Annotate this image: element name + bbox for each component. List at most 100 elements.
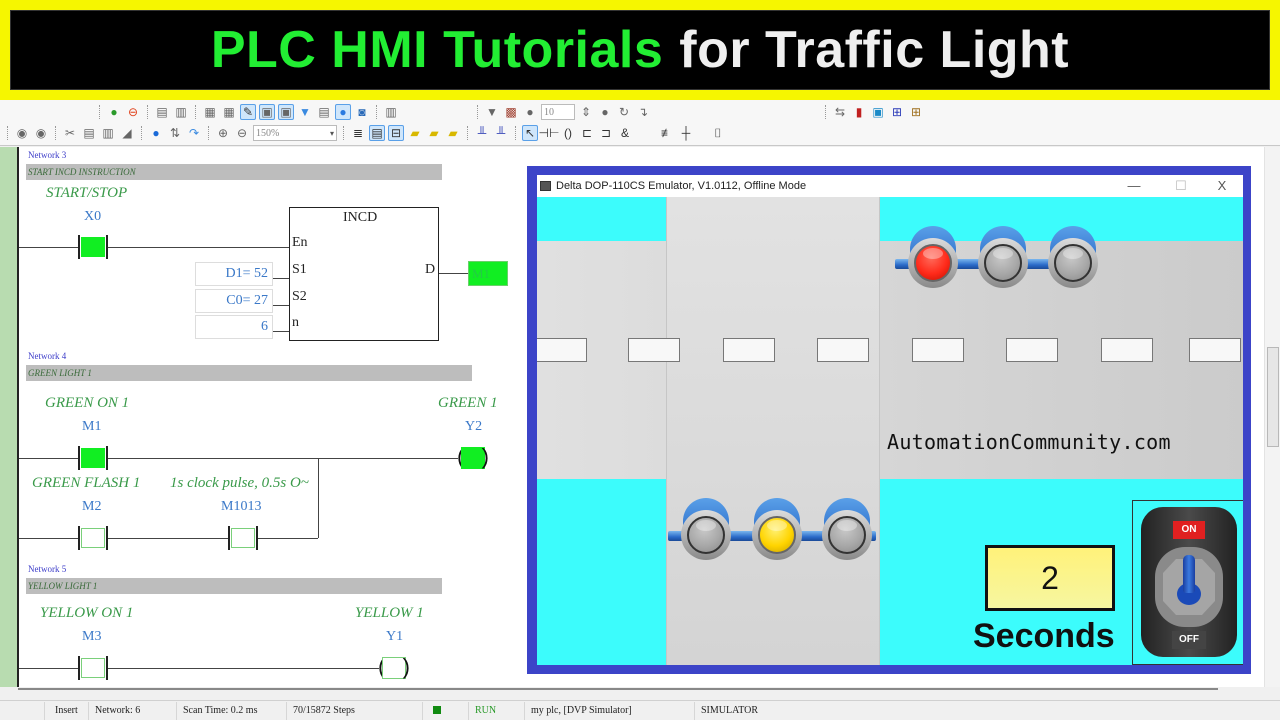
io-blue-icon[interactable]: ⊞ <box>889 104 905 120</box>
m3-device-label: M3 <box>82 629 102 644</box>
window-icon[interactable]: ▤ <box>369 125 385 141</box>
param-s2[interactable]: C0= 27 <box>195 289 273 313</box>
hline-icon[interactable]: ≢ <box>659 125 675 141</box>
pin-n: n <box>292 315 299 330</box>
paste-icon[interactable]: ▥ <box>100 125 116 141</box>
copy-icon[interactable]: ▤ <box>81 125 97 141</box>
edit-mode-icon[interactable]: ✎ <box>240 104 256 120</box>
breakpoint-icon[interactable]: ▼ <box>484 104 500 120</box>
sort-icon[interactable]: ⇅ <box>167 125 183 141</box>
cut-icon[interactable]: ✂ <box>62 125 78 141</box>
toolbar-grip <box>825 105 826 119</box>
hmi-emulator-window[interactable]: Delta DOP-110CS Emulator, V1.0112, Offli… <box>537 175 1243 665</box>
transfer-icon[interactable]: ⇆ <box>832 104 848 120</box>
network-5-comment[interactable]: YELLOW LIGHT 1 <box>26 578 442 594</box>
bracket-icon[interactable]: ⌷ <box>710 125 726 141</box>
view2-icon[interactable]: ▣ <box>278 104 294 120</box>
comm-icon[interactable]: ◙ <box>354 104 370 120</box>
stop-step-icon[interactable]: ● <box>597 104 613 120</box>
incd-block-name: INCD <box>343 210 378 225</box>
display-icon[interactable]: ▣ <box>870 104 886 120</box>
network-3-comment[interactable]: START INCD INSTRUCTION <box>26 164 442 180</box>
coil-right-paren: ) <box>481 444 489 469</box>
delete-row-icon[interactable]: ╨ <box>493 125 509 141</box>
refresh-icon[interactable]: ↻ <box>616 104 632 120</box>
replace-icon[interactable]: ↷ <box>186 125 202 141</box>
close-button[interactable]: X <box>1207 177 1237 195</box>
vertical-scrollbar-thumb[interactable] <box>1267 347 1279 447</box>
and-icon[interactable]: & <box>617 125 633 141</box>
status-run-state: RUN <box>469 701 525 720</box>
toolbar-separator <box>208 126 209 140</box>
thermometer-icon[interactable]: ▮ <box>851 104 867 120</box>
param-n[interactable]: 6 <box>195 315 273 339</box>
switch-lever[interactable] <box>1183 555 1195 593</box>
contact-x0[interactable] <box>78 235 108 259</box>
coil-y2[interactable]: ( ) <box>457 446 489 470</box>
stop-icon[interactable]: ⊖ <box>125 104 141 120</box>
pointer-icon[interactable]: ↖ <box>522 125 538 141</box>
insert-row-icon[interactable]: ╨ <box>474 125 490 141</box>
traffic-light-2-left-lamp <box>681 498 733 560</box>
function-icon[interactable]: ⊏ <box>579 125 595 141</box>
incd-function-block[interactable] <box>289 207 439 341</box>
contact-m2[interactable] <box>78 526 108 550</box>
minimize-button[interactable]: — <box>1119 177 1149 195</box>
monitor-icon[interactable]: ▼ <box>297 104 313 120</box>
vline-icon[interactable]: ┼ <box>678 125 694 141</box>
lane-dash <box>723 338 775 362</box>
folder-icon[interactable]: ▰ <box>407 125 423 141</box>
find-icon[interactable]: ● <box>148 125 164 141</box>
forward-icon[interactable]: ◉ <box>33 125 49 141</box>
spinner-icon[interactable]: ⇕ <box>578 104 594 120</box>
coil-y1[interactable]: ( ) <box>378 656 410 680</box>
contact-m3[interactable] <box>78 656 108 680</box>
back-icon[interactable]: ◉ <box>14 125 30 141</box>
view1-icon[interactable]: ▣ <box>259 104 275 120</box>
rung-wire <box>108 538 228 539</box>
zoom-out-icon[interactable]: ⊖ <box>234 125 250 141</box>
step-count-input[interactable]: 10 <box>541 104 575 120</box>
coil-icon[interactable]: () <box>560 125 576 141</box>
online-icon[interactable]: ● <box>106 104 122 120</box>
zoom-in-icon[interactable]: ⊕ <box>215 125 231 141</box>
folder-open-icon[interactable]: ▰ <box>426 125 442 141</box>
contact-m1013[interactable] <box>228 526 258 550</box>
param-s1[interactable]: D1= 52 <box>195 262 273 286</box>
ladder-editor[interactable]: Network 3 START INCD INSTRUCTION START/S… <box>0 147 520 687</box>
compare-icon[interactable]: ▦ <box>202 104 218 120</box>
contact-icon[interactable]: ⊣⊢ <box>539 125 560 141</box>
toggle-switch[interactable]: ON OFF <box>1132 500 1243 665</box>
split-icon[interactable]: ⊟ <box>388 125 404 141</box>
m2-comment: GREEN FLASH 1 <box>32 475 141 491</box>
compare2-icon[interactable]: ▦ <box>221 104 237 120</box>
output-device-m1[interactable]: M1 <box>468 261 508 286</box>
camera-icon[interactable]: ▩ <box>503 104 519 120</box>
maximize-button[interactable]: ☐ <box>1166 177 1196 195</box>
run-icon[interactable]: ● <box>522 104 538 120</box>
horizontal-scrollbar[interactable] <box>18 688 1218 690</box>
download-icon[interactable]: ▥ <box>173 104 189 120</box>
step-icon[interactable]: ↴ <box>635 104 651 120</box>
device-icon[interactable]: ▤ <box>316 104 332 120</box>
folder-up-icon[interactable]: ▰ <box>445 125 461 141</box>
network-icon[interactable]: ▥ <box>383 104 399 120</box>
bulb-icon[interactable]: ● <box>335 104 351 120</box>
hmi-titlebar[interactable]: Delta DOP-110CS Emulator, V1.0112, Offli… <box>537 175 1243 197</box>
eraser-icon[interactable]: ◢ <box>119 125 135 141</box>
vertical-scrollbar[interactable] <box>1264 147 1280 687</box>
contact-m2-state <box>81 528 105 548</box>
pin-d: D <box>425 262 436 277</box>
upload-icon[interactable]: ▤ <box>154 104 170 120</box>
toolbar-separator <box>515 126 516 140</box>
toggle-switch-body: ON OFF <box>1141 507 1237 657</box>
zoom-level-select[interactable]: 150% ▾ <box>253 125 337 141</box>
switch-on-label[interactable]: ON <box>1173 521 1205 539</box>
io-brown-icon[interactable]: ⊞ <box>908 104 924 120</box>
network-4-comment[interactable]: GREEN LIGHT 1 <box>26 365 472 381</box>
contact-m1[interactable] <box>78 446 108 470</box>
comment-icon[interactable]: ≣ <box>350 125 366 141</box>
jump-icon[interactable]: ⊐ <box>598 125 614 141</box>
switch-off-label[interactable]: OFF <box>1172 631 1206 649</box>
run-led-icon <box>433 706 441 715</box>
